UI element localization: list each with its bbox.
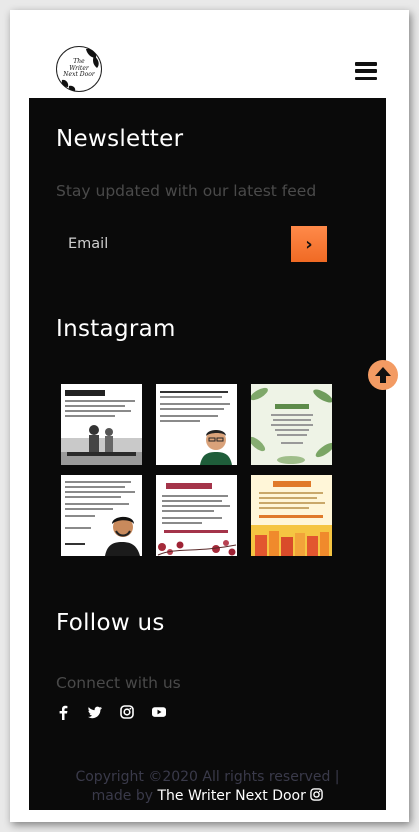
- made-by-label: made by: [91, 788, 154, 804]
- follow-subtitle: Connect with us: [56, 674, 181, 692]
- newsletter-subtitle: Stay updated with our latest feed: [56, 182, 317, 200]
- social-links: [56, 705, 166, 720]
- instagram-icon[interactable]: [120, 705, 134, 719]
- follow-title: Follow us: [56, 610, 165, 636]
- twitter-icon[interactable]: [88, 705, 102, 719]
- newsletter-title: Newsletter: [56, 126, 184, 152]
- flowers-illustration: [157, 540, 237, 556]
- instagram-post[interactable]: [156, 384, 237, 465]
- subscribe-button[interactable]: ›: [291, 226, 327, 262]
- instagram-post[interactable]: [61, 475, 142, 556]
- site-header: The Writer Next Door: [10, 10, 409, 98]
- email-input[interactable]: [56, 226, 288, 262]
- menu-bar: [355, 76, 377, 80]
- instagram-title: Instagram: [56, 316, 176, 342]
- leaf-decoration-icon: [61, 48, 99, 91]
- chevron-right-icon: ›: [305, 233, 313, 255]
- man-sketch-illustration: [105, 516, 140, 556]
- site-logo[interactable]: The Writer Next Door: [56, 46, 102, 92]
- youtube-icon[interactable]: [152, 705, 166, 719]
- instagram-post[interactable]: [61, 384, 142, 465]
- facebook-icon[interactable]: [56, 705, 70, 720]
- brand-link[interactable]: The Writer Next Door: [157, 788, 305, 804]
- arrow-up-icon: [375, 367, 391, 383]
- instagram-post[interactable]: [156, 475, 237, 556]
- instagram-post[interactable]: [251, 384, 332, 465]
- instagram-grid: [61, 384, 333, 556]
- hamburger-menu-icon[interactable]: [355, 62, 377, 80]
- instagram-small-icon[interactable]: [310, 788, 324, 801]
- copyright-line-2: made by The Writer Next Door: [29, 787, 386, 806]
- leaves-illustration: [251, 387, 332, 464]
- children-illustration: [61, 425, 142, 465]
- copyright-text: Copyright ©2020 All rights reserved | ma…: [29, 768, 386, 806]
- menu-bar: [355, 69, 377, 73]
- copyright-line-1: Copyright ©2020 All rights reserved |: [75, 769, 340, 785]
- scroll-to-top-button[interactable]: [368, 360, 398, 390]
- menu-bar: [355, 62, 377, 66]
- books-illustration: [251, 525, 332, 556]
- man-avatar-illustration: [200, 430, 232, 465]
- instagram-post[interactable]: [251, 475, 332, 556]
- footer-section: Newsletter Stay updated with our latest …: [29, 98, 398, 810]
- phone-frame: The Writer Next Door Newsletter Stay upd…: [10, 10, 409, 822]
